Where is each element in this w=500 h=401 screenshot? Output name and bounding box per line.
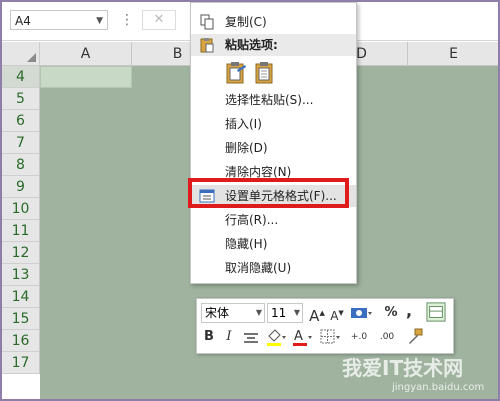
row-header[interactable]: 16: [2, 330, 40, 352]
paste-options-label: 粘贴选项:: [225, 38, 278, 52]
align-center-icon[interactable]: [243, 329, 259, 349]
font-name-value: 宋体: [205, 306, 230, 320]
italic-button[interactable]: I: [221, 327, 237, 347]
chevron-down-icon: ▼: [293, 308, 300, 317]
fill-color-icon[interactable]: [265, 327, 287, 347]
row-header[interactable]: 14: [2, 286, 40, 308]
row-header[interactable]: 10: [2, 198, 40, 220]
menu-item-label: 隐藏(H): [225, 237, 268, 251]
column-header-a[interactable]: A: [40, 42, 132, 66]
menu-item-paste-special[interactable]: 选择性粘贴(S)...: [191, 89, 356, 111]
row-header[interactable]: 13: [2, 264, 40, 286]
clipboard-icon: [200, 38, 214, 53]
menu-item-label: 行高(R)...: [225, 213, 279, 227]
name-box-value: A4: [15, 14, 31, 28]
menu-item-label: 复制(C): [225, 15, 267, 29]
chevron-down-icon[interactable]: ▼: [96, 11, 103, 31]
currency-format-icon[interactable]: [349, 304, 373, 324]
cancel-button[interactable]: ✕: [142, 10, 176, 30]
menu-item-label: 选择性粘贴(S)...: [225, 93, 314, 107]
paste-formatting-icon[interactable]: [225, 61, 247, 85]
select-all-button[interactable]: [2, 42, 40, 66]
font-size-value: 11: [271, 306, 287, 320]
formula-bar-grip-icon: ⋮: [120, 12, 134, 28]
paste-icon[interactable]: [253, 61, 275, 85]
row-header[interactable]: 6: [2, 110, 40, 132]
row-header[interactable]: 15: [2, 308, 40, 330]
row-header[interactable]: 7: [2, 132, 40, 154]
watermark: 我爱IT技术网 jingyan.baidu.com: [302, 332, 498, 399]
context-menu: 复制(C) 粘贴选项: 选择性粘贴(S)... 插入(I) 删除(D) 清除内容…: [190, 2, 357, 284]
comma-button[interactable]: ,: [403, 301, 415, 321]
menu-item-insert[interactable]: 插入(I): [191, 113, 356, 135]
spreadsheet-window: A4 ▼ ⋮ ✕ A B C D E 4 5 6 7 8 9 10 11 12 …: [0, 0, 500, 401]
row-header[interactable]: 4: [2, 66, 40, 88]
grow-font-label: A: [309, 307, 320, 325]
name-box[interactable]: A4 ▼: [10, 10, 108, 30]
bold-button[interactable]: B: [201, 327, 217, 347]
shrink-font-button[interactable]: A▼: [329, 303, 345, 323]
percent-button[interactable]: %: [383, 303, 399, 323]
row-header[interactable]: 11: [2, 220, 40, 242]
menu-item-label: 取消隐藏(U): [225, 261, 292, 275]
grow-font-button[interactable]: A▲: [309, 303, 325, 325]
format-painter-table-icon[interactable]: [425, 302, 447, 322]
row-header[interactable]: 12: [2, 242, 40, 264]
font-size-select[interactable]: 11 ▼: [267, 303, 303, 323]
menu-item-row-height[interactable]: 行高(R)...: [191, 209, 356, 231]
menu-item-copy[interactable]: 复制(C): [191, 11, 356, 33]
copy-icon: [200, 14, 214, 30]
row-header[interactable]: 9: [2, 176, 40, 198]
menu-item-delete[interactable]: 删除(D): [191, 137, 356, 159]
font-name-select[interactable]: 宋体 ▼: [201, 303, 265, 323]
paste-options-header: 粘贴选项:: [191, 34, 356, 56]
watermark-text: 我爱IT技术网: [342, 356, 464, 380]
chevron-down-icon: ▼: [255, 308, 262, 317]
highlight-box: [188, 178, 349, 208]
watermark-url: jingyan.baidu.com: [392, 382, 485, 393]
column-header-e[interactable]: E: [408, 42, 498, 66]
menu-item-label: 插入(I): [225, 117, 262, 131]
row-header[interactable]: 5: [2, 88, 40, 110]
row-header[interactable]: 8: [2, 154, 40, 176]
menu-item-label: 删除(D): [225, 141, 268, 155]
menu-item-hide[interactable]: 隐藏(H): [191, 233, 356, 255]
menu-item-unhide[interactable]: 取消隐藏(U): [191, 257, 356, 279]
row-header[interactable]: 17: [2, 352, 40, 374]
active-cell[interactable]: [40, 66, 132, 88]
